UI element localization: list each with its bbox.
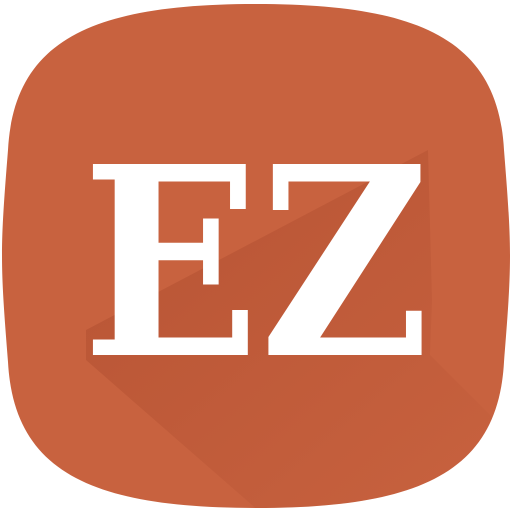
- app-icon[interactable]: EZ: [0, 0, 512, 512]
- app-icon-canvas: EZ: [0, 0, 512, 512]
- logo-text: EZ: [82, 109, 430, 417]
